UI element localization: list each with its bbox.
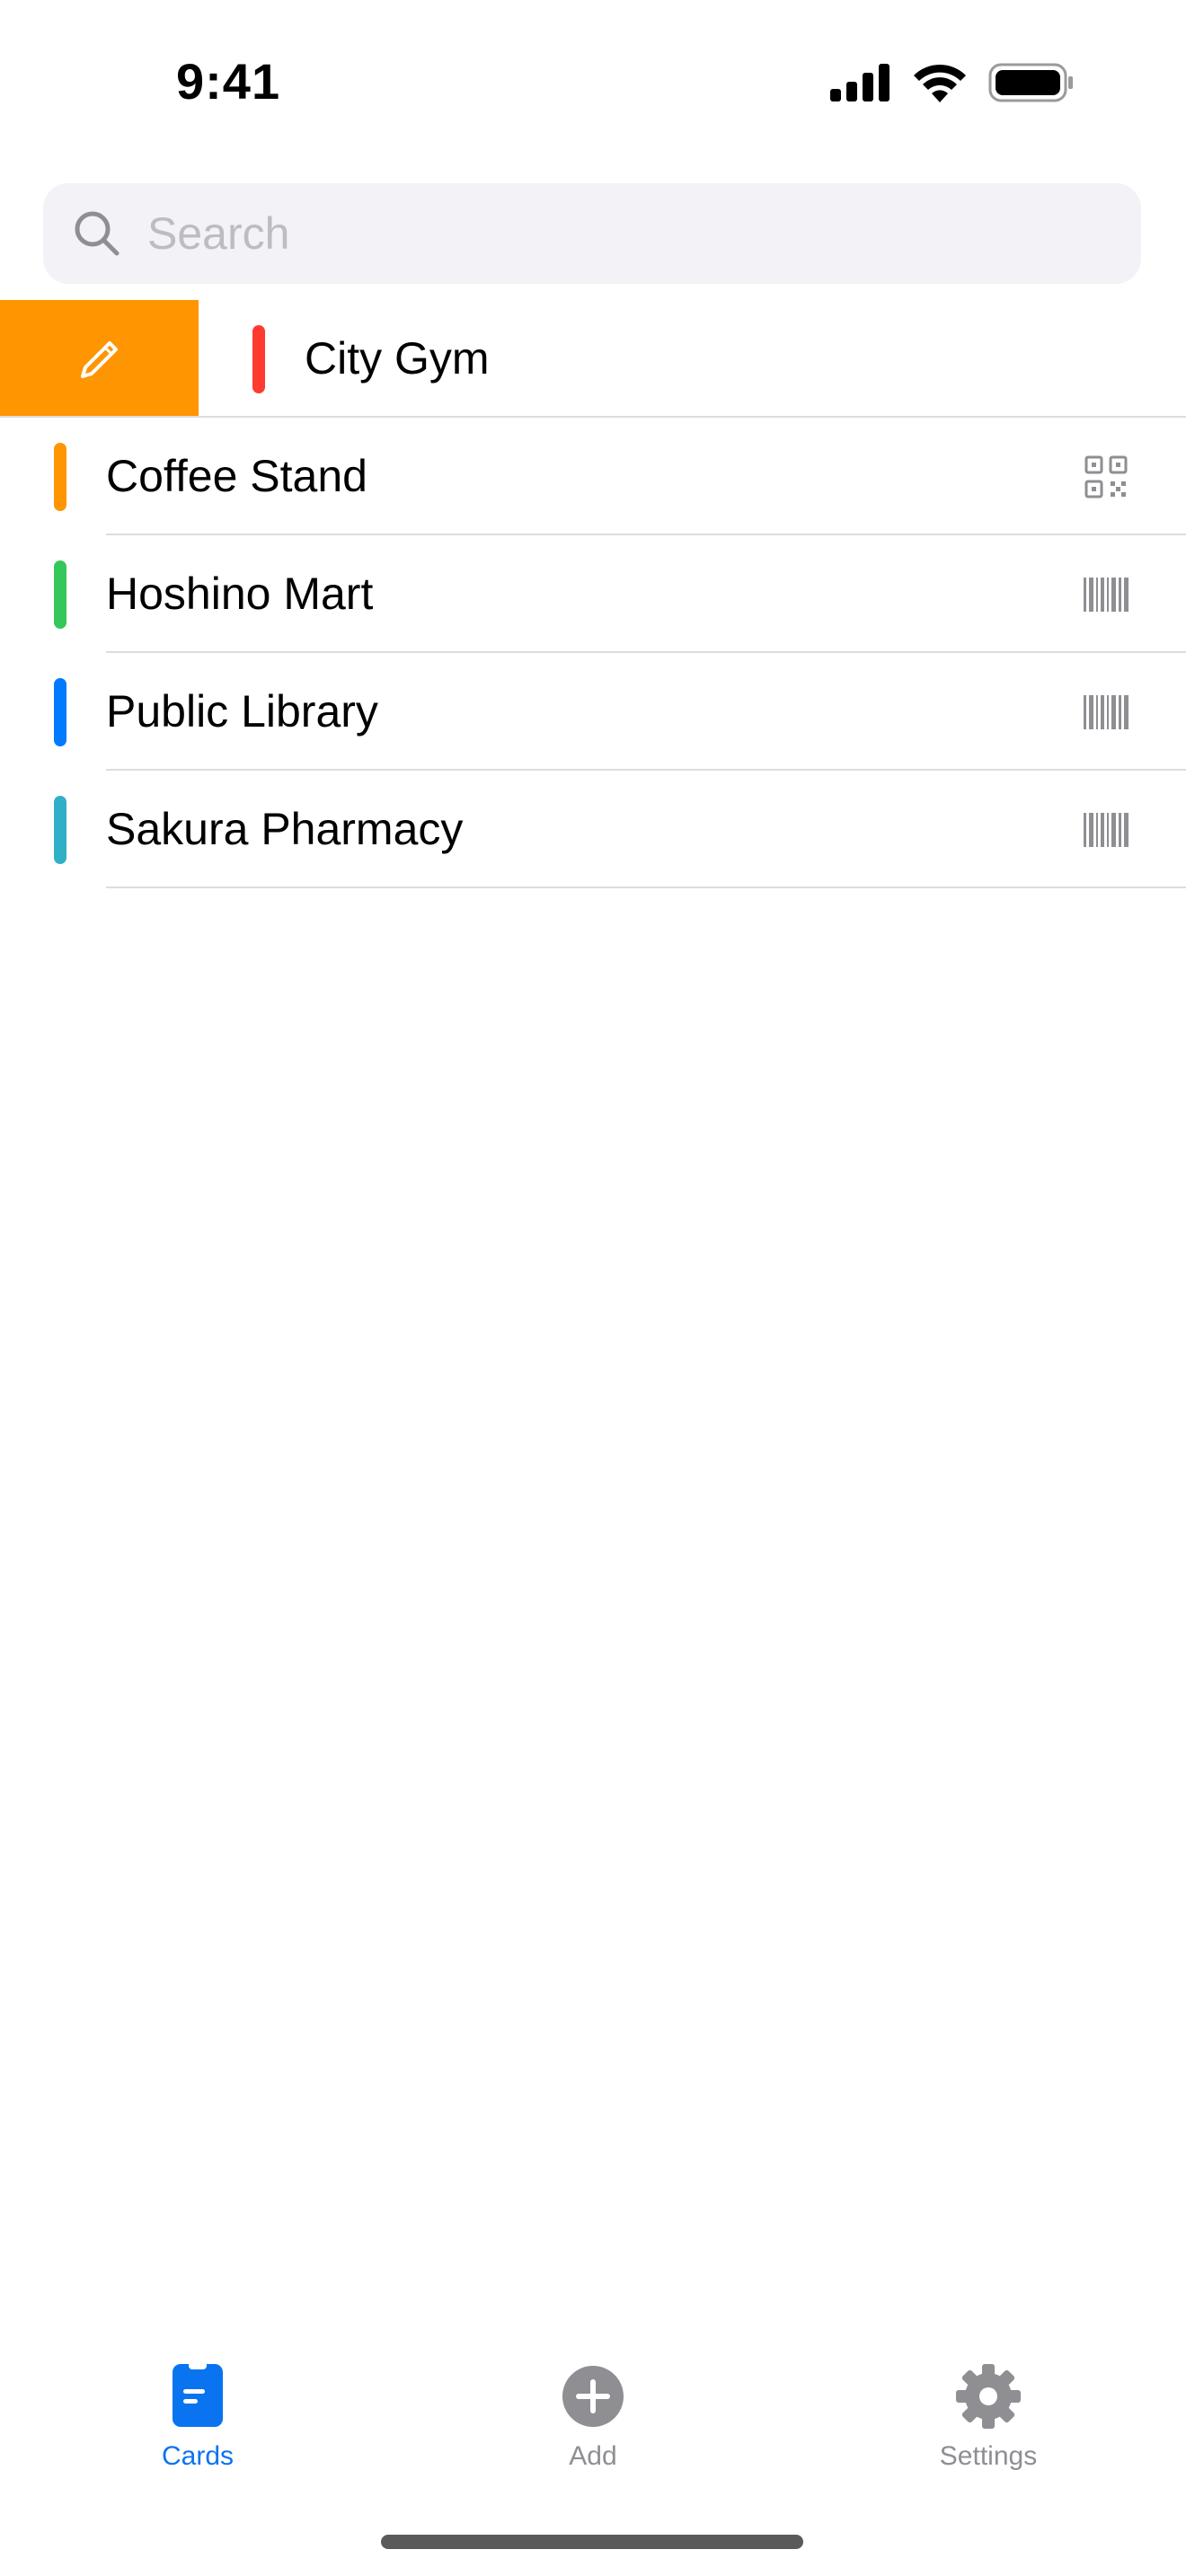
barcode-icon [1084,813,1128,847]
list-item-content[interactable]: Coffee Stand [0,418,1186,535]
gear-icon [956,2364,1021,2429]
plus-circle-icon [562,2366,624,2427]
card-color-bar [252,325,265,393]
list-item-public-library[interactable]: Public Library [0,653,1186,771]
card-name: Sakura Pharmacy [106,804,464,854]
status-time: 9:41 [176,53,281,110]
tab-add[interactable]: Add [395,2335,791,2497]
wifi-icon [914,64,966,102]
list-item-content[interactable]: Public Library [0,653,1186,771]
list-item-hoshino-mart[interactable]: Hoshino Mart [0,535,1186,653]
status-icons [830,63,1075,102]
pencil-icon [80,340,118,378]
search-bar[interactable] [43,183,1141,284]
list-item-content[interactable]: Hoshino Mart [0,535,1186,653]
battery-icon [988,63,1073,102]
search-icon [75,211,119,256]
tab-settings[interactable]: Settings [791,2335,1186,2497]
barcode-icon [1084,695,1128,729]
card-name: Hoshino Mart [106,569,374,619]
row-separator [106,887,1186,888]
list-item-content[interactable]: Sakura Pharmacy [0,771,1186,888]
barcode-icon [1084,578,1128,612]
card-color-bar [54,560,66,629]
qr-code-icon [1084,455,1128,498]
card-name: Coffee Stand [106,451,367,501]
status-bar: 9:41 [0,0,1186,171]
tab-label: Settings [939,2441,1038,2471]
home-indicator[interactable] [381,2535,803,2549]
card-color-bar [54,443,66,511]
edit-button[interactable] [0,300,199,418]
list-item-content[interactable]: City Gym [199,300,1186,418]
card-icon [173,2360,223,2427]
card-list: City Gym Coffee Stand Hoshino Mart Publi… [0,300,1186,888]
tab-bar: Cards Add Settings [0,2335,1186,2497]
tab-cards[interactable]: Cards [0,2335,395,2497]
list-item-sakura-pharmacy[interactable]: Sakura Pharmacy [0,771,1186,888]
tab-label: Cards [161,2441,235,2471]
list-item-coffee-stand[interactable]: Coffee Stand [0,418,1186,535]
search-input[interactable] [146,207,1048,260]
card-color-bar [54,796,66,864]
tab-label: Add [569,2441,617,2471]
card-color-bar [54,678,66,746]
cellular-signal-icon [830,64,890,101]
card-name: City Gym [305,333,490,384]
card-name: Public Library [106,686,378,737]
list-item-city-gym[interactable]: City Gym [0,300,1186,418]
